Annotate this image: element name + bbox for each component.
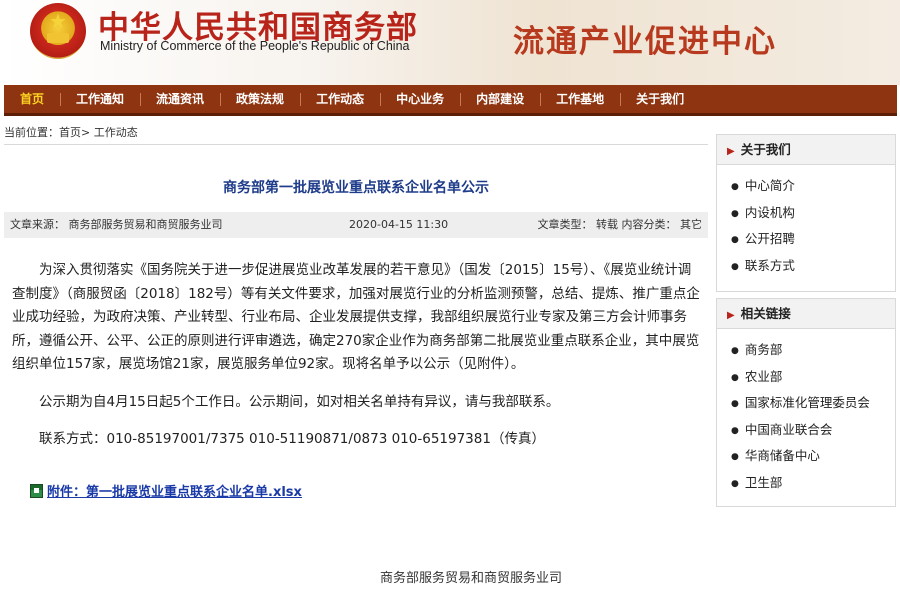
bullet-icon: ●: [731, 261, 739, 272]
sidebar-item-label: 农业部: [744, 368, 783, 384]
bullet-icon: ●: [731, 478, 739, 489]
divider: [4, 144, 708, 145]
sidebar-links-box: ▶ 相关链接 ● 商务部 ● 农业部 ● 国家标准化管理委员会 ● 中国商业联合会 ● 华商…: [716, 298, 896, 507]
breadcrumb-current-link[interactable]: 工作动态: [94, 126, 138, 139]
nav-item-updates[interactable]: 工作动态: [300, 85, 380, 113]
sidebar-item-departments[interactable]: ● 内设机构: [731, 200, 895, 227]
article-date: 2020-04-15 11:30: [349, 218, 449, 231]
sidebar-item-label: 联系方式: [744, 257, 795, 273]
national-emblem-icon: ★: [30, 3, 86, 59]
sidebar-link-reserve-center[interactable]: ● 华商储备中心: [731, 443, 895, 470]
nav-item-notices[interactable]: 工作通知: [60, 85, 140, 113]
sidebar-links-header: ▶ 相关链接: [717, 299, 895, 329]
sidebar-item-label: 华商储备中心: [744, 448, 820, 463]
nav-item-internal[interactable]: 内部建设: [460, 85, 540, 113]
nav-item-business[interactable]: 中心业务: [380, 85, 460, 113]
page-footer: 商务部服务贸易和商贸服务业司: [380, 571, 563, 586]
sidebar-item-label: 公开招聘: [744, 231, 795, 246]
article-paragraph: 联系方式：010-85197001/7375 010-51190871/0873…: [39, 431, 545, 447]
bullet-icon: ●: [731, 399, 739, 409]
sidebar-link-standards[interactable]: ● 国家标准化管理委员会: [731, 390, 895, 417]
center-name: 流通产业促进中心: [513, 24, 777, 60]
sidebar-item-label: 内设机构: [744, 204, 795, 220]
sidebar-link-agriculture[interactable]: ● 农业部: [731, 364, 895, 391]
breadcrumb-home-link[interactable]: 首页: [59, 126, 81, 139]
sidebar-link-health[interactable]: ● 卫生部: [731, 470, 895, 497]
breadcrumb-prefix: 当前位置：: [4, 126, 59, 139]
article-paragraph: 公示期为自4月15日起5个工作日。公示期间，如对相关名单持有异议，请与我部联系。: [39, 393, 560, 410]
sidebar-about-header: ▶ 关于我们: [717, 135, 895, 165]
bullet-icon: ●: [731, 452, 739, 462]
nav-item-news[interactable]: 流通资讯: [140, 85, 220, 113]
sidebar-item-label: 商务部: [744, 342, 783, 357]
triangle-right-icon: ▶: [727, 146, 735, 157]
sidebar-item-recruitment[interactable]: ● 公开招聘: [731, 226, 895, 253]
article-meta: 文章来源： 商务部服务贸易和商贸服务业司 2020-04-15 11:30 文章…: [4, 212, 708, 238]
sidebar-item-label: 卫生部: [744, 474, 783, 490]
nav-item-bases[interactable]: 工作基地: [540, 85, 620, 113]
article-body: 为深入贯彻落实《国务院关于进一步促进展览业改革发展的若干意见》（国发〔2015〕…: [12, 259, 702, 466]
attachment-link[interactable]: 附件：第一批展览业重点联系企业名单.xlsx: [47, 485, 302, 500]
sidebar-about-title: 关于我们: [740, 142, 791, 157]
breadcrumb: 当前位置：首页> 工作动态: [4, 124, 138, 140]
bullet-icon: ●: [731, 235, 739, 245]
breadcrumb-separator: >: [81, 126, 91, 139]
main-nav: 首页 工作通知 流通资讯 政策法规 工作动态 中心业务 内部建设 工作基地 关于…: [4, 85, 897, 116]
sidebar-links-list: ● 商务部 ● 农业部 ● 国家标准化管理委员会 ● 中国商业联合会 ● 华商储备中心 ●…: [717, 329, 895, 502]
bullet-icon: ●: [731, 372, 739, 383]
bullet-icon: ●: [731, 208, 739, 219]
article-source: 文章来源： 商务部服务贸易和商贸服务业司: [10, 218, 223, 231]
site-header: ★ 中华人民共和国商务部 Ministry of Commerce of the…: [0, 0, 900, 85]
excel-file-icon: [30, 484, 43, 498]
sidebar-item-label: 中国商业联合会: [744, 421, 833, 437]
triangle-right-icon: ▶: [727, 310, 735, 321]
article-type: 文章类型： 转载 内容分类： 其它: [537, 218, 703, 231]
sidebar-item-intro[interactable]: ● 中心简介: [731, 173, 895, 200]
sidebar-item-label: 国家标准化管理委员会: [744, 395, 870, 410]
bullet-icon: ●: [731, 182, 739, 192]
sidebar-about-list: ● 中心简介 ● 内设机构 ● 公开招聘 ● 联系方式: [717, 165, 895, 285]
article-title: 商务部第一批展览业重点联系企业名单公示: [223, 180, 489, 196]
ministry-name-en: Ministry of Commerce of the People's Rep…: [100, 39, 410, 53]
sidebar-item-label: 中心简介: [744, 178, 795, 193]
attachment: 附件：第一批展览业重点联系企业名单.xlsx: [30, 481, 302, 500]
sidebar-about-box: ▶ 关于我们 ● 中心简介 ● 内设机构 ● 公开招聘 ● 联系方式: [716, 134, 896, 292]
article-paragraph: 为深入贯彻落实《国务院关于进一步促进展览业改革发展的若干意见》（国发〔2015〕…: [12, 262, 700, 372]
sidebar-link-commerce-federation[interactable]: ● 中国商业联合会: [731, 417, 895, 444]
bullet-icon: ●: [731, 425, 739, 436]
nav-item-policies[interactable]: 政策法规: [220, 85, 300, 113]
sidebar-link-mofcom[interactable]: ● 商务部: [731, 337, 895, 364]
sidebar-links-title: 相关链接: [740, 306, 791, 321]
sidebar-item-contact[interactable]: ● 联系方式: [731, 253, 895, 280]
bullet-icon: ●: [731, 346, 739, 356]
nav-item-home[interactable]: 首页: [4, 85, 60, 113]
nav-item-about[interactable]: 关于我们: [620, 85, 700, 113]
